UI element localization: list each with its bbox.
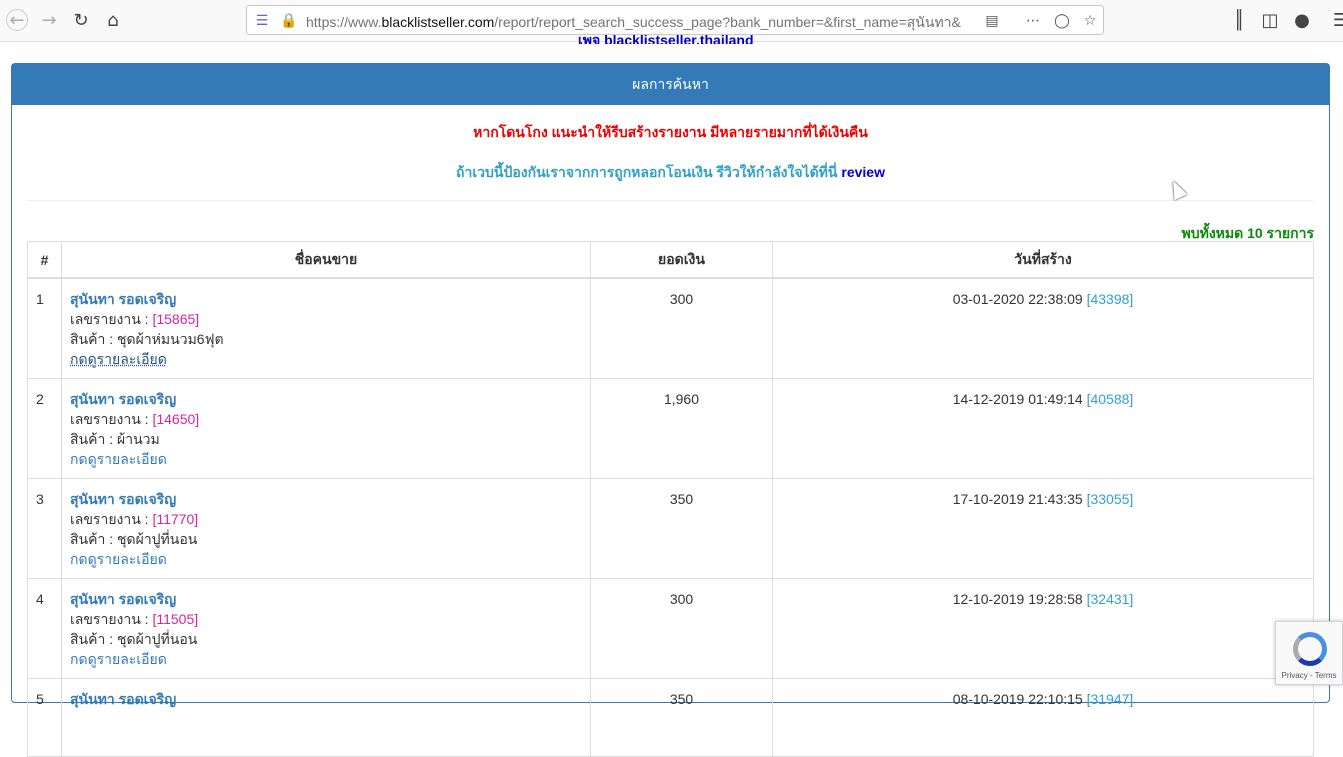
seller-name-link[interactable]: สุนันทา รอดเจริญ	[70, 389, 582, 409]
table-row: 2 สุนันทา รอดเจริญ เลขรายงาน : [14650] ส…	[27, 378, 1314, 479]
recaptcha-icon	[1293, 632, 1327, 666]
home-icon[interactable]: ⌂	[102, 9, 124, 31]
table-row: 1 สุนันทา รอดเจริญ เลขรายงาน : [15865] ส…	[27, 277, 1314, 379]
detail-link[interactable]: กดดูรายละเอียด	[70, 449, 582, 469]
created-date: 12-10-2019 19:28:58	[952, 591, 1083, 607]
product-name: ชุดผ้าปูที่นอน	[117, 531, 198, 547]
detail-link[interactable]: กดดูรายละเอียด	[70, 549, 582, 569]
report-label: เลขรายงาน :	[70, 411, 149, 427]
row-num: 1	[27, 277, 62, 379]
reader-view-icon[interactable]: ▤	[983, 12, 1001, 30]
table-row: 4 สุนันทา รอดเจริญ เลขรายงาน : [11505] ส…	[27, 578, 1314, 679]
seller-name-link[interactable]: สุนันทา รอดเจริญ	[70, 489, 582, 509]
amount-cell: 1,960	[590, 378, 773, 479]
facebook-page-link[interactable]: เพจ blacklistseller.thailand	[578, 30, 754, 44]
report-id-link[interactable]: [43398]	[1087, 291, 1134, 307]
col-header-date: วันที่สร้าง	[772, 241, 1314, 279]
seller-name-link[interactable]: สุนันทา รอดเจริญ	[70, 689, 582, 709]
date-cell: 17-10-2019 21:43:35 [33055]	[772, 478, 1314, 579]
results-table: # ชื่อคนขาย ยอดเงิน วันที่สร้าง 1 สุนันท…	[27, 241, 1314, 757]
reload-icon[interactable]: ↻	[70, 9, 92, 31]
date-cell: 12-10-2019 19:28:58 [32431]	[772, 578, 1314, 679]
report-label: เลขรายงาน :	[70, 311, 149, 327]
bookmark-star-icon[interactable]: ☆	[1081, 12, 1099, 30]
created-date: 03-01-2020 22:38:09	[952, 291, 1083, 307]
pocket-icon[interactable]: ◯	[1053, 12, 1071, 30]
seller-name-link[interactable]: สุนันทา รอดเจริญ	[70, 289, 582, 309]
row-num: 4	[27, 578, 62, 679]
created-date: 14-12-2019 01:49:14	[952, 391, 1083, 407]
amount-cell: 300	[590, 277, 773, 379]
report-number-link[interactable]: [15865]	[152, 311, 199, 327]
report-label: เลขรายงาน :	[70, 611, 149, 627]
seller-cell: สุนันทา รอดเจริญ	[61, 678, 591, 757]
review-link[interactable]: review	[841, 164, 885, 180]
panel-title: ผลการค้นหา	[12, 64, 1329, 105]
lock-icon[interactable]: 🔒	[280, 12, 298, 30]
report-id-link[interactable]: [33055]	[1087, 491, 1134, 507]
detail-link[interactable]: กดดูรายละเอียด	[70, 349, 582, 369]
report-id-link[interactable]: [31947]	[1087, 691, 1134, 707]
col-header-amount: ยอดเงิน	[590, 241, 773, 279]
report-id-link[interactable]: [40588]	[1087, 391, 1134, 407]
report-number-link[interactable]: [11505]	[152, 611, 198, 627]
report-label: เลขรายงาน :	[70, 511, 149, 527]
amount-cell: 300	[590, 578, 773, 679]
review-prompt: ถ้าเวบนี้ป้องกันเราจากการถูกหลอกโอนเงิน …	[12, 162, 1329, 184]
recaptcha-badge[interactable]: Privacy - Terms	[1275, 621, 1343, 685]
date-cell: 08-10-2019 22:10:15 [31947]	[772, 678, 1314, 757]
date-cell: 14-12-2019 01:49:14 [40588]	[772, 378, 1314, 479]
amount-cell: 350	[590, 478, 773, 579]
account-icon[interactable]: ●	[1291, 9, 1313, 31]
seller-cell: สุนันทา รอดเจริญ เลขรายงาน : [15865] สิน…	[61, 277, 591, 379]
product-label: สินค้า :	[70, 531, 114, 547]
seller-cell: สุนันทา รอดเจริญ เลขรายงาน : [11505] สิน…	[61, 578, 591, 679]
date-cell: 03-01-2020 22:38:09 [43398]	[772, 277, 1314, 379]
row-num: 2	[27, 378, 62, 479]
divider	[27, 200, 1314, 201]
product-name: ชุดผ้าห่มนวม6ฟุต	[117, 331, 224, 347]
recaptcha-links[interactable]: Privacy - Terms	[1276, 671, 1342, 680]
seller-name-link[interactable]: สุนันทา รอดเจริญ	[70, 589, 582, 609]
created-date: 08-10-2019 22:10:15	[952, 691, 1083, 707]
product-label: สินค้า :	[70, 431, 114, 447]
row-num: 3	[27, 478, 62, 579]
report-number-link[interactable]: [11770]	[152, 511, 198, 527]
sidebar-icon[interactable]: ◫	[1259, 9, 1281, 31]
shield-icon[interactable]: ☰	[253, 12, 271, 30]
row-num: 5	[27, 678, 62, 757]
seller-cell: สุนันทา รอดเจริญ เลขรายงาน : [11770] สิน…	[61, 478, 591, 579]
amount-cell: 350	[590, 678, 773, 757]
col-header-name: ชื่อคนขาย	[61, 241, 591, 279]
report-id-link[interactable]: [32431]	[1087, 591, 1134, 607]
detail-link[interactable]: กดดูรายละเอียด	[70, 649, 582, 669]
menu-icon[interactable]: ☰	[1330, 9, 1343, 31]
review-prompt-text: ถ้าเวบนี้ป้องกันเราจากการถูกหลอกโอนเงิน …	[456, 164, 838, 180]
seller-cell: สุนันทา รอดเจริญ เลขรายงาน : [14650] สิน…	[61, 378, 591, 479]
page-actions-icon[interactable]: ⋯	[1024, 12, 1042, 30]
product-label: สินค้า :	[70, 331, 114, 347]
fraud-warning: หากโดนโกง แนะนำให้รีบสร้างรายงาน มีหลายร…	[473, 124, 868, 140]
table-row: 3 สุนันทา รอดเจริญ เลขรายงาน : [11770] ส…	[27, 478, 1314, 579]
back-icon[interactable]: ←	[6, 9, 28, 31]
results-panel: ผลการค้นหา หากโดนโกง แนะนำให้รีบสร้างราย…	[11, 63, 1330, 757]
created-date: 17-10-2019 21:43:35	[952, 491, 1083, 507]
report-number-link[interactable]: [14650]	[152, 411, 199, 427]
col-header-num: #	[27, 241, 62, 279]
table-row: 5 สุนันทา รอดเจริญ 350 08-10-2019 22:10:…	[27, 678, 1314, 757]
forward-icon[interactable]: →	[38, 9, 60, 31]
table-header-row: # ชื่อคนขาย ยอดเงิน วันที่สร้าง	[27, 241, 1314, 279]
product-name: ผ้านวม	[117, 431, 160, 447]
product-label: สินค้า :	[70, 631, 114, 647]
product-name: ชุดผ้าปูที่นอน	[117, 631, 198, 647]
library-icon[interactable]: ║	[1228, 9, 1250, 31]
